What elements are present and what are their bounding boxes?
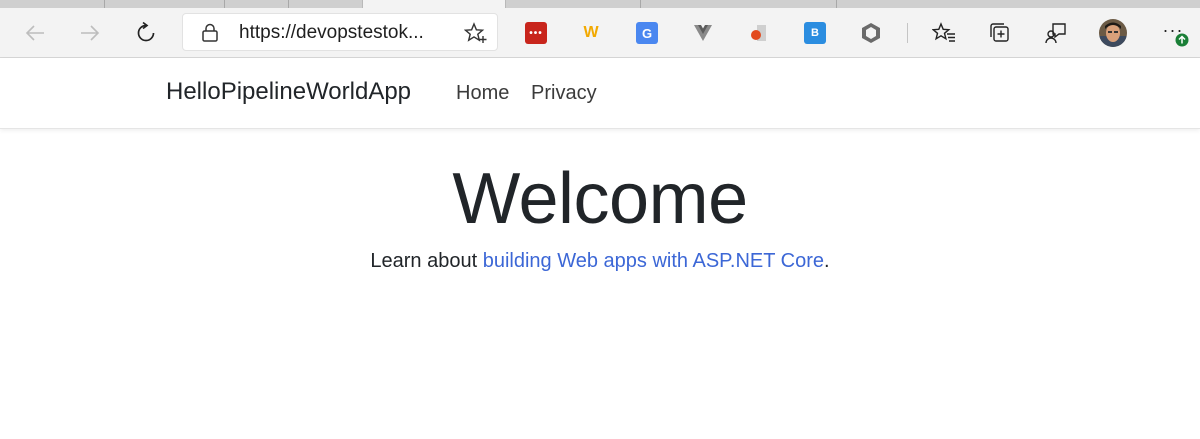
lastpass-extension-icon: ••• [525, 22, 547, 44]
arrow-right-icon [81, 25, 100, 41]
browser-toolbar: https://devopstestok... ••• W G B ··· [0, 8, 1200, 58]
tab-strip [0, 0, 1200, 8]
tab-separator [836, 0, 837, 8]
forward-button[interactable] [75, 8, 105, 58]
favorite-add-button[interactable] [464, 22, 488, 44]
google-translate-extension-icon: G [636, 22, 658, 44]
aspnet-docs-link[interactable]: building Web apps with ASP.NET Core [483, 250, 824, 272]
profile-button[interactable] [1097, 8, 1129, 58]
tab-separator [288, 0, 289, 8]
arrow-left-icon [25, 25, 44, 41]
lead-text: Learn about [370, 250, 483, 272]
more-menu-button[interactable]: ··· [1155, 8, 1191, 58]
address-bar[interactable]: https://devopstestok... [182, 13, 498, 51]
active-tab[interactable] [362, 0, 506, 8]
lead-paragraph: Learn about building Web apps with ASP.N… [0, 250, 1200, 273]
tab-separator [224, 0, 225, 8]
toolbar-divider [907, 23, 908, 43]
hex-extension-button[interactable] [858, 8, 884, 58]
nav-link-privacy[interactable]: Privacy [531, 82, 597, 105]
site-brand-link[interactable]: HelloPipelineWorldApp [166, 78, 411, 106]
back-button[interactable] [20, 8, 50, 58]
collections-button[interactable] [986, 8, 1014, 58]
favorites-button[interactable] [930, 8, 958, 58]
url-text[interactable]: https://devopstestok... [239, 14, 424, 52]
lead-suffix: . [824, 250, 830, 272]
bing-extension-button[interactable]: B [802, 8, 828, 58]
nav-link-home[interactable]: Home [456, 82, 509, 105]
collections-icon [990, 23, 1009, 42]
refresh-icon [137, 21, 155, 42]
site-navbar: HelloPipelineWorldApp Home Privacy [0, 58, 1200, 129]
vue-devtools-extension-button[interactable] [690, 8, 716, 58]
refresh-button[interactable] [131, 8, 161, 58]
welcome-heading: Welcome [452, 159, 748, 239]
bing-extension-icon: B [804, 22, 826, 44]
tab-separator [104, 0, 105, 8]
favorites-list-icon [932, 22, 955, 42]
tab-separator [640, 0, 641, 8]
w-extension-icon: W [583, 24, 599, 41]
profile-avatar [1099, 19, 1127, 47]
feedback-button[interactable] [1042, 8, 1070, 58]
hex-extension-icon [862, 23, 880, 43]
office-extension-icon [751, 25, 766, 41]
w-extension-button[interactable]: W [578, 8, 604, 58]
feedback-icon [1045, 23, 1066, 44]
lastpass-extension-button[interactable]: ••• [523, 8, 549, 58]
google-translate-extension-button[interactable]: G [634, 8, 660, 58]
vue-devtools-extension-icon [694, 25, 712, 41]
lock-icon[interactable] [201, 23, 219, 43]
office-extension-button[interactable] [746, 8, 772, 58]
update-available-icon [1175, 33, 1189, 47]
